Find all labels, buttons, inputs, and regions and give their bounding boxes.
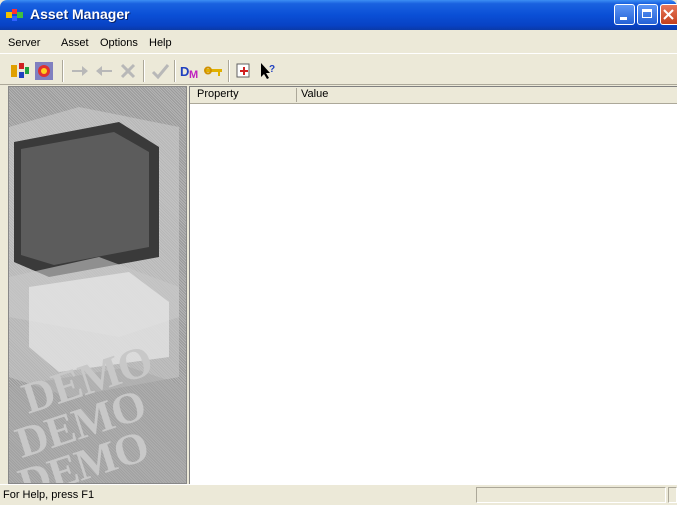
context-help-icon: ?: [261, 63, 275, 79]
svg-text:D: D: [180, 64, 189, 79]
export-button[interactable]: [234, 61, 254, 81]
move-left-button[interactable]: [94, 61, 114, 81]
menu-help[interactable]: Help: [149, 37, 172, 49]
status-text: For Help, press F1: [3, 489, 95, 501]
close-button[interactable]: [660, 4, 677, 25]
svg-text:M: M: [189, 69, 198, 81]
delete-icon: [120, 63, 136, 79]
export-icon: [236, 63, 250, 78]
menu-options[interactable]: Options: [100, 37, 138, 49]
delete-button[interactable]: [118, 61, 138, 81]
resize-grip[interactable]: [668, 487, 677, 503]
disconnect-button[interactable]: [34, 61, 54, 81]
move-right-button[interactable]: [70, 61, 90, 81]
arrow-right-icon: [72, 66, 88, 76]
splash-image-panel: DEMO DEMO DEMO: [8, 86, 187, 484]
column-header-property[interactable]: Property: [197, 88, 239, 100]
toolbar-separator: [174, 60, 176, 82]
dm-button[interactable]: D M: [180, 61, 200, 81]
connect-button[interactable]: [10, 61, 30, 81]
app-icon: [6, 9, 23, 21]
context-help-button[interactable]: ?: [258, 61, 278, 81]
column-divider[interactable]: [296, 88, 297, 102]
list-header: Property Value: [190, 87, 677, 104]
window-title: Asset Manager: [30, 6, 130, 22]
checkmark-icon: [151, 64, 170, 80]
property-list[interactable]: Property Value: [189, 86, 677, 484]
status-bar: For Help, press F1: [0, 484, 677, 505]
menu-bar: Server Asset Options Help: [0, 30, 677, 53]
column-header-value[interactable]: Value: [301, 88, 328, 100]
toolbar-separator: [143, 60, 145, 82]
maximize-button[interactable]: [637, 4, 658, 25]
toolbar-separator: [228, 60, 230, 82]
dm-icon: D M: [180, 64, 198, 81]
svg-text:?: ?: [269, 64, 275, 75]
check-button[interactable]: [150, 61, 170, 81]
arrow-left-icon: [96, 66, 112, 76]
title-bar[interactable]: Asset Manager: [0, 0, 677, 30]
connect-icon: [11, 63, 29, 78]
maximize-icon: [642, 9, 652, 18]
status-pane: [476, 487, 666, 503]
menu-server[interactable]: Server: [8, 37, 40, 49]
toolbar-separator: [62, 60, 64, 82]
key-button[interactable]: [204, 61, 224, 81]
minimize-button[interactable]: [614, 4, 635, 25]
toolbar: D M ?: [0, 53, 677, 85]
close-icon: [663, 9, 674, 20]
key-icon: [204, 66, 222, 76]
menu-asset[interactable]: Asset: [61, 37, 89, 49]
disconnect-icon: [35, 62, 53, 80]
minimize-icon: [620, 17, 627, 20]
